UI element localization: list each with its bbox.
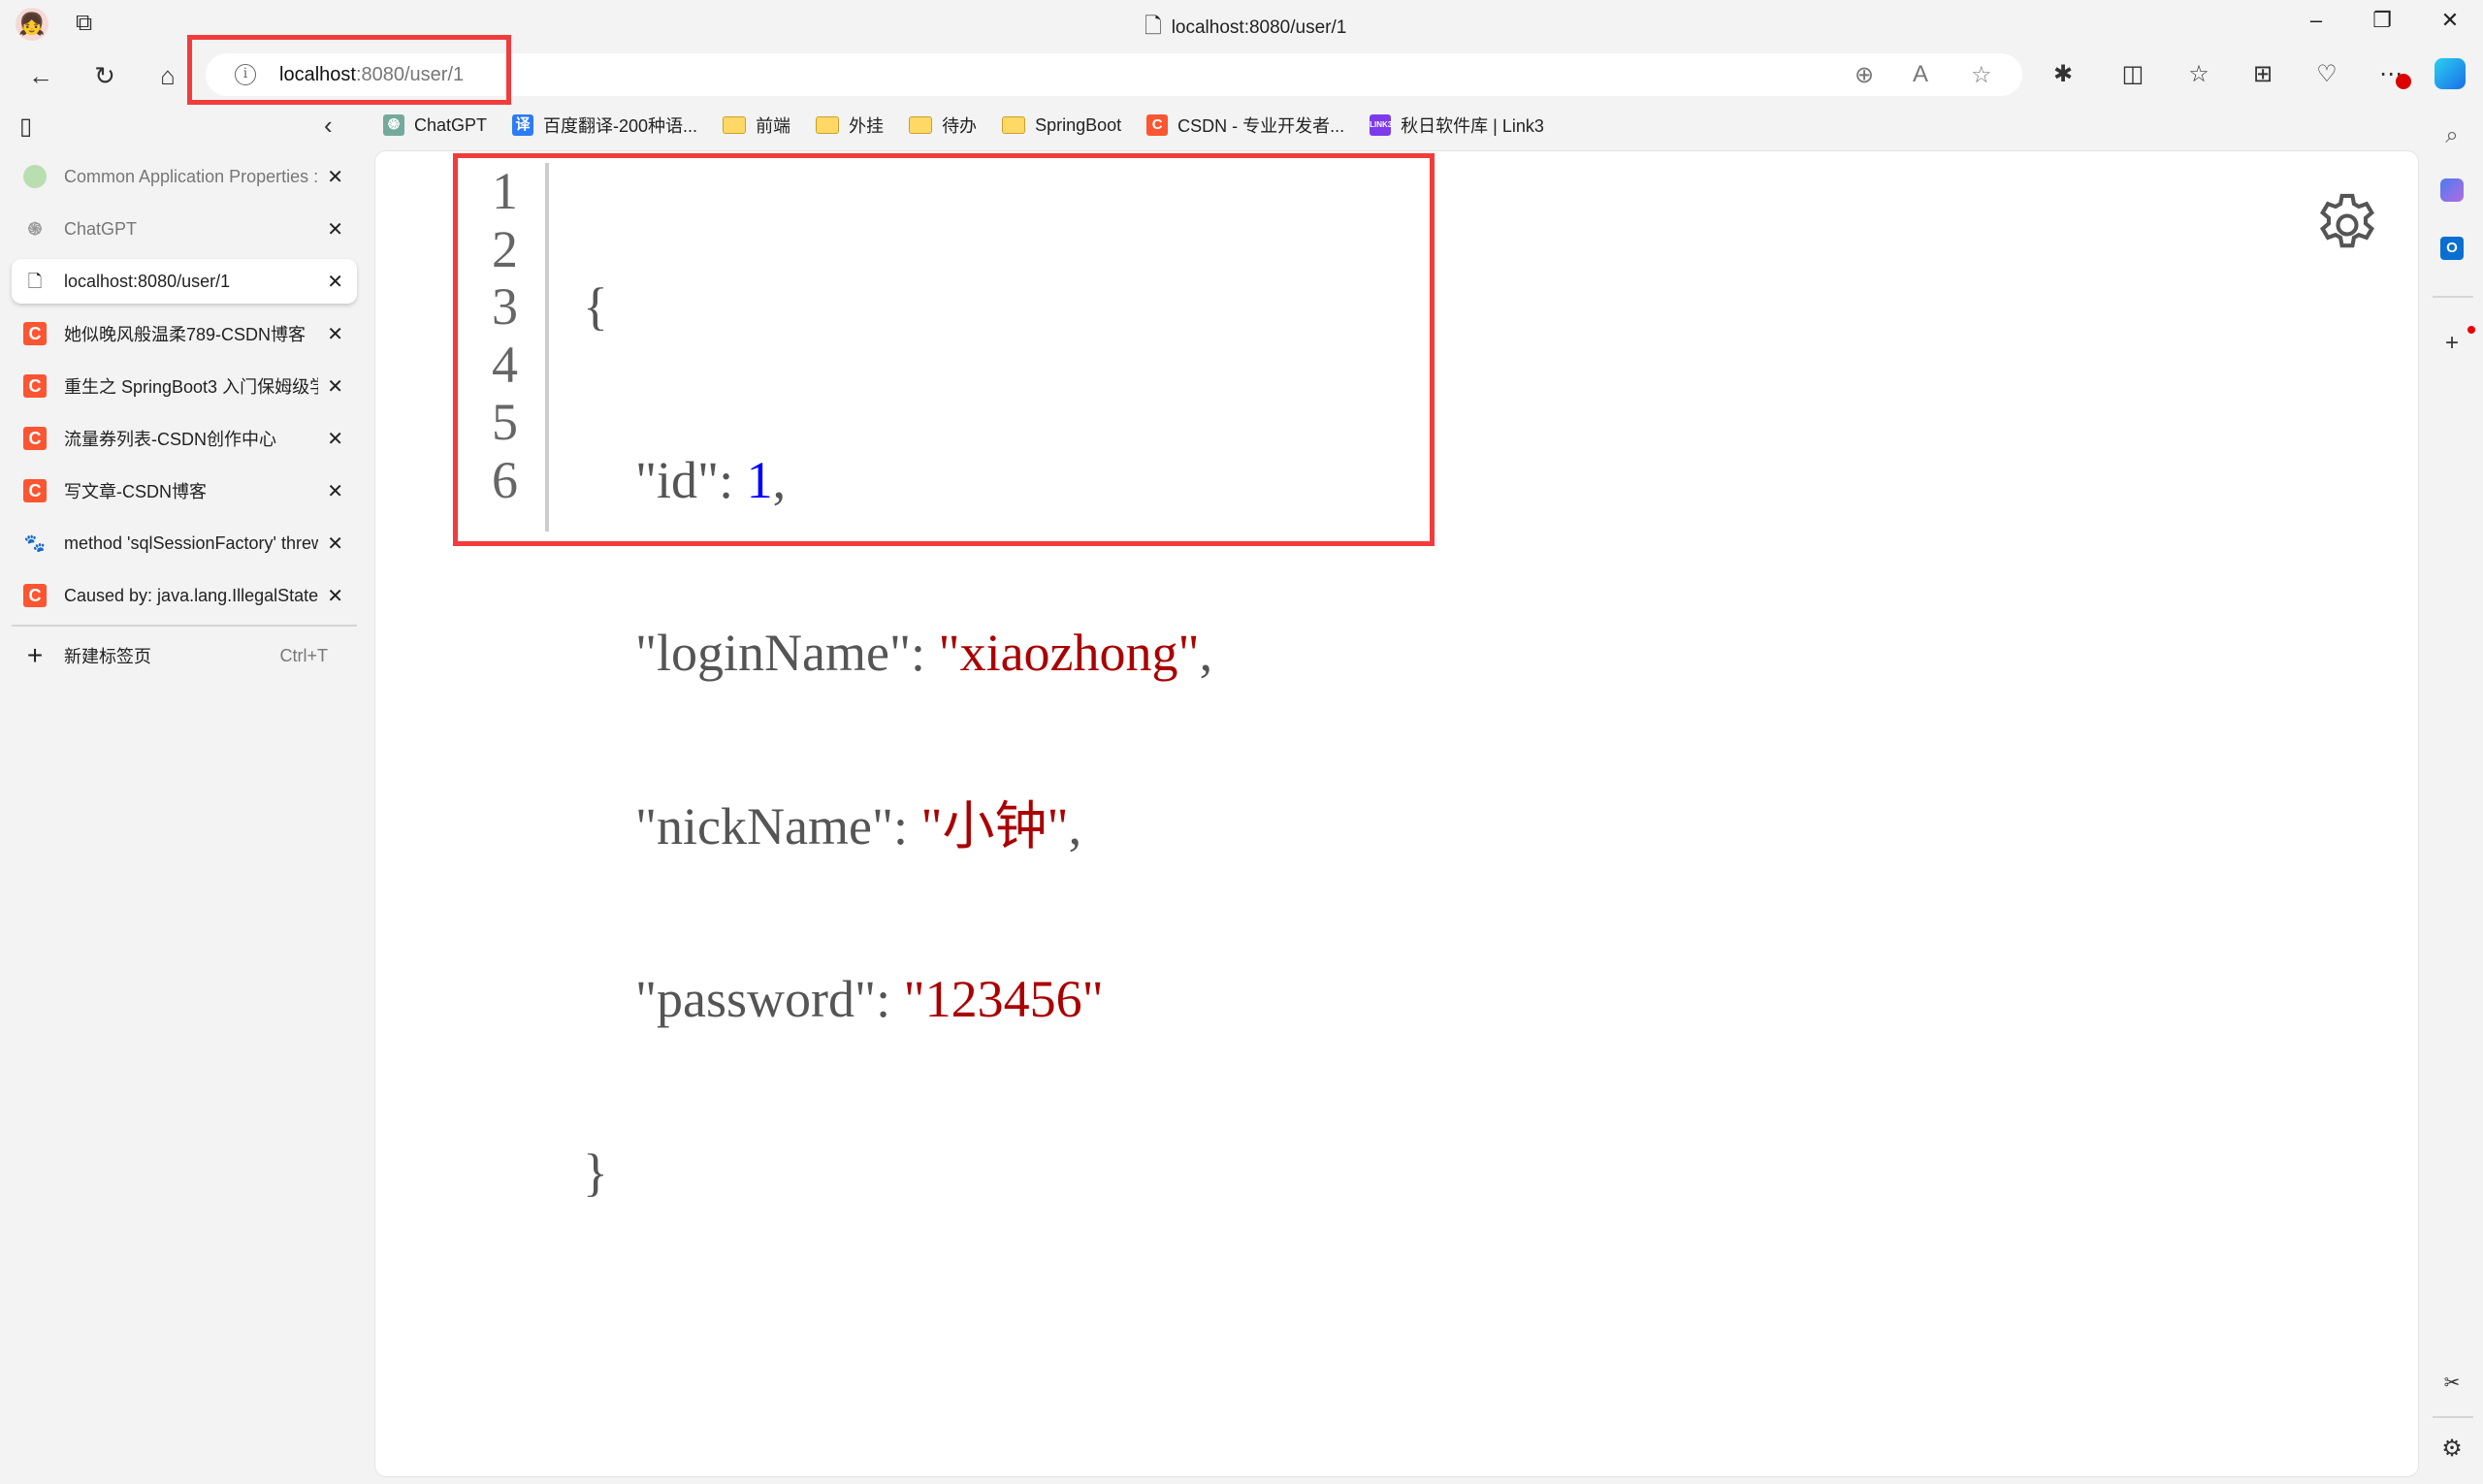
close-tab-icon[interactable]: ✕ [327,532,343,556]
sidebar-settings-icon[interactable]: ⚙ [2436,1434,2467,1465]
bookmark-folder-springboot[interactable]: SpringBoot [1002,115,1121,136]
tab-traffic-coupons[interactable]: C 流量券列表-CSDN创作中心 ✕ [12,416,357,461]
url-path: :8080/user/1 [355,63,465,85]
line-numbers: 1 2 3 4 5 6 [462,162,549,532]
url-host: localhost [279,63,356,85]
restore-button[interactable]: ❐ [2363,8,2402,39]
split-screen-icon[interactable]: ◫ [2116,60,2149,88]
folder-icon [909,116,933,134]
collections-icon[interactable]: ⊞ [2246,60,2279,88]
screenshot-icon[interactable]: ✂ [2436,1368,2467,1399]
close-tab-icon[interactable]: ✕ [327,217,343,242]
chatgpt-icon: ֍ [27,219,43,239]
spring-icon [23,165,47,188]
window-title: 🗋 localhost:8080/user/1 [1145,10,1346,47]
tab-write-article[interactable]: C 写文章-CSDN博客 ✕ [12,468,357,513]
profile-avatar[interactable]: 👧 [16,8,48,41]
csdn-icon: C [23,479,47,502]
extensions-icon[interactable]: ✱ [2047,60,2080,88]
home-icon[interactable]: ⌂ [148,56,187,95]
tab-springboot3-guide[interactable]: C 重生之 SpringBoot3 入门保姆级学 ✕ [12,364,357,408]
baidu-icon: 🐾 [23,533,47,553]
close-tab-icon[interactable]: ✕ [327,322,343,346]
csdn-icon: C [1146,114,1169,136]
bookmark-chatgpt[interactable]: ֍ ChatGPT [383,114,487,136]
more-menu-icon[interactable]: ⋯ [2374,60,2411,89]
json-lines: { "id": 1, "loginName": "xiaozhong", "ni… [583,163,1212,1317]
tab-chatgpt[interactable]: ֍ ChatGPT ✕ [12,207,357,251]
csdn-icon: C [23,322,47,345]
notification-dot [2467,326,2475,334]
json-line: } [583,1143,608,1202]
json-line: "nickName": "小钟", [635,796,1082,855]
refresh-icon[interactable]: ↻ [85,56,124,95]
vertical-tabs-sidebar: Common Application Properties : ✕ ֍ ChatGP… [0,105,373,1482]
tab-common-application-properties[interactable]: Common Application Properties : ✕ [12,154,357,199]
microsoft365-icon[interactable] [2440,178,2464,202]
tab-csdn-blog[interactable]: C 她似晚风般温柔789-CSDN博客 ✕ [12,311,357,356]
json-line: "loginName": "xiaozhong", [635,624,1213,682]
bookmark-folder-frontend[interactable]: 前端 [723,113,790,138]
copilot-icon[interactable] [2435,58,2466,89]
tab-localhost-user[interactable]: 🗋 localhost:8080/user/1 ✕ [12,259,357,304]
new-tab-shortcut: Ctrl+T [279,645,329,665]
address-bar[interactable]: i localhost:8080/user/1 ⊕ A ☆ [206,53,2022,96]
divider [12,625,357,627]
zoom-icon[interactable]: ⊕ [1854,61,1874,89]
close-button[interactable]: ✕ [2431,8,2469,39]
add-sidebar-app-icon[interactable]: + [2436,328,2467,359]
bookmark-folder-plugins[interactable]: 外挂 [816,113,884,138]
close-tab-icon[interactable]: ✕ [327,165,343,189]
read-aloud-icon[interactable]: A [1913,61,1928,88]
close-tab-icon[interactable]: ✕ [327,584,343,608]
folder-icon [1002,116,1026,134]
title-bar: 👧 ⧉ 🗋 localhost:8080/user/1 – ❐ ✕ [0,0,2483,48]
close-tab-icon[interactable]: ✕ [327,374,343,399]
new-tab-button[interactable]: + 新建标签页 Ctrl+T [12,633,357,678]
search-icon[interactable]: ⌕ [2436,120,2467,151]
csdn-icon: C [23,374,47,398]
bookmark-folder-todo[interactable]: 待办 [909,113,977,138]
site-info-icon[interactable]: i [235,64,256,85]
workspaces-icon[interactable]: ⧉ [76,10,92,37]
bookmark-link3[interactable]: LINK3 秋日软件库 | Link3 [1370,113,1544,138]
tab-illegalstate[interactable]: C Caused by: java.lang.IllegalStateEx ✕ [12,573,357,618]
divider [2433,296,2473,298]
favorites-icon[interactable]: ☆ [2182,60,2215,88]
plus-icon: + [26,640,44,670]
translate-icon: 译 [512,114,534,136]
settings-gear-icon[interactable] [2310,188,2384,262]
divider [2433,1416,2473,1418]
bookmarks-bar: ֍ ChatGPT 译百度翻译-200种语... 前端 外挂 待办 SpringB… [383,109,1544,142]
close-tab-icon[interactable]: ✕ [327,270,343,294]
minimize-button[interactable]: – [2297,8,2336,39]
favorite-star-icon[interactable]: ☆ [1971,61,1992,89]
tab-sqlsessionfactory[interactable]: 🐾 method 'sqlSessionFactory' threw ✕ [12,521,357,565]
json-line: "id": 1, [635,450,787,509]
close-tab-icon[interactable]: ✕ [327,427,343,451]
document-icon: 🗋 [27,272,43,291]
outlook-icon[interactable]: O [2440,237,2464,260]
right-sidebar: ⌕ O + ✂ ⚙ [2421,105,2483,1482]
folder-icon [816,116,840,134]
close-tab-icon[interactable]: ✕ [327,479,343,503]
document-icon: 🗋 [1145,14,1162,38]
folder-icon [723,116,747,134]
back-icon[interactable]: ← [21,56,60,95]
bookmark-baidu-translate[interactable]: 译百度翻译-200种语... [512,113,697,138]
csdn-icon: C [23,584,47,607]
csdn-icon: C [23,427,47,450]
chatgpt-icon: ֍ [383,114,404,136]
json-line: "password": "123456" [635,970,1104,1028]
json-line: { [583,277,608,336]
bookmark-csdn[interactable]: C CSDN - 专业开发者... [1146,113,1344,138]
browser-essentials-icon[interactable]: ♡ [2310,60,2343,88]
link3-icon: LINK3 [1370,114,1392,136]
